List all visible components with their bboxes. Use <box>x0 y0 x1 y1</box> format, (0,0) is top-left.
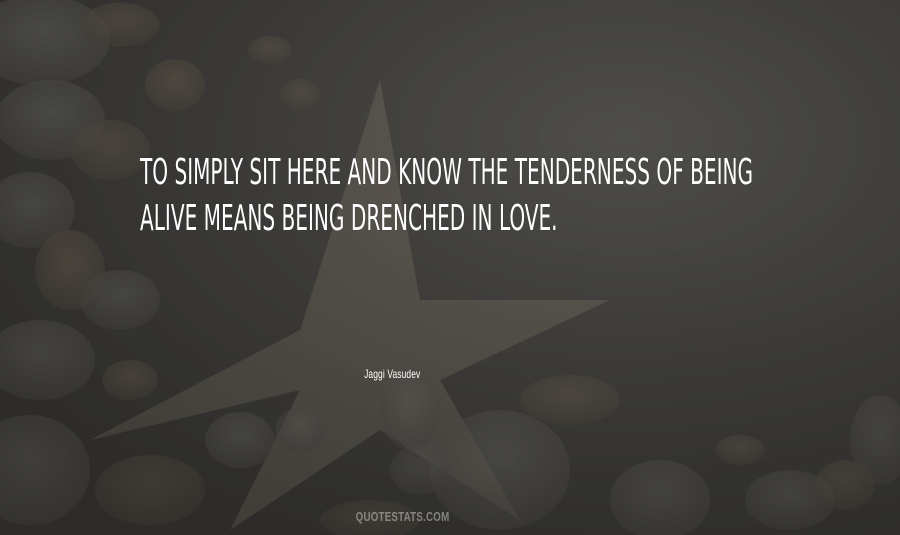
watermark-text: QUOTESTATS.COM <box>355 509 450 524</box>
quote-image: To simply sit here and know the tenderne… <box>0 0 900 535</box>
quote-text: To simply sit here and know the tenderne… <box>140 152 754 239</box>
quote-author: Jaggi Vasudev <box>0 367 784 381</box>
site-watermark: QUOTESTATS.COM <box>0 509 805 524</box>
seashell-background-image <box>0 0 900 535</box>
author-name: Jaggi Vasudev <box>363 367 421 381</box>
